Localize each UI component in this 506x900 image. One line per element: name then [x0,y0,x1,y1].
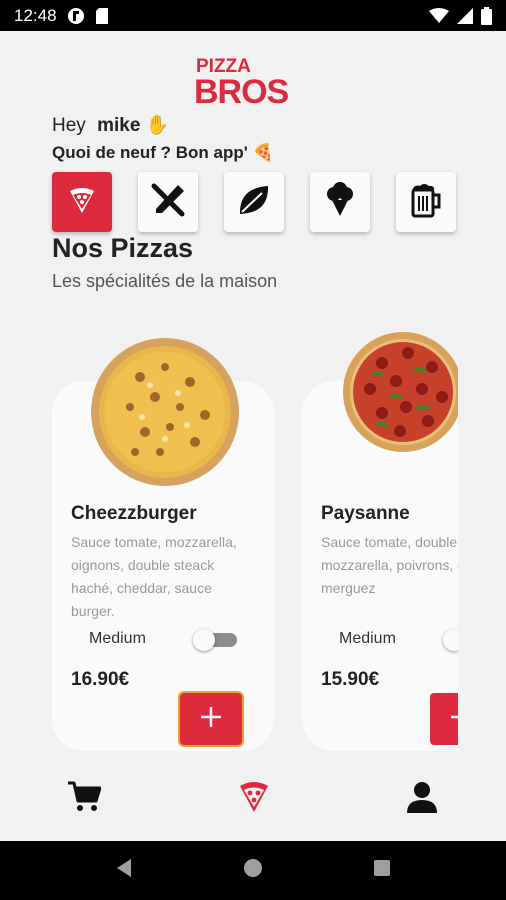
user-name: mike [97,115,141,136]
fork-knife-icon [150,182,186,223]
add-to-cart-button[interactable] [178,691,244,747]
greeting-subtitle: Quoi de neuf ? Bon app' 🍕 [52,143,274,163]
category-pizza[interactable] [52,172,112,232]
back-icon[interactable] [115,858,133,883]
leaf-icon [237,183,271,222]
pizza-emoji: 🍕 [252,143,274,162]
pizza-description: Sauce tomate, mozzarella, oignons, doubl… [71,534,237,619]
size-toggle-thumb [193,629,215,651]
category-boissons[interactable] [396,172,456,232]
person-icon [405,780,439,819]
bottom-navigation [0,769,506,829]
system-navigation-bar [0,841,506,900]
pizza-image [342,331,458,453]
nav-pizza[interactable] [236,781,272,817]
category-plats[interactable] [138,172,198,232]
pizza-slice-nav-icon [238,780,270,819]
beer-mug-icon [409,182,443,223]
app-screen: PIZZA BROS Hey mike ✋ Quoi de neuf ? Bon… [0,31,506,841]
pizza-card[interactable]: Paysanne Sauce tomate, double mozzarella… [302,332,458,751]
category-desserts[interactable] [310,172,370,232]
battery-icon [481,6,492,25]
plus-icon [199,705,223,734]
pizza-card[interactable]: Cheezzburger Sauce tomate, mozzarella, o… [52,338,274,751]
recents-icon[interactable] [373,859,391,882]
category-salades[interactable] [224,172,284,232]
pizza-name: Paysanne [321,503,410,524]
plus-icon [449,705,458,734]
home-icon[interactable] [243,858,263,883]
signal-icon [457,7,473,24]
wifi-icon [429,7,449,24]
status-bar: 12:48 [0,0,506,31]
nav-profile[interactable] [404,781,440,817]
pizza-size-label: Medium [89,630,146,647]
section-title: Nos Pizzas [52,233,194,263]
pizza-name: Cheezzburger [71,503,197,524]
pizza-image [90,337,240,487]
ice-cream-icon [324,181,356,223]
size-toggle-thumb [443,629,458,651]
size-toggle[interactable] [193,629,237,651]
greeting: Hey mike ✋ [52,113,169,137]
nav-cart[interactable] [66,781,102,817]
pizza-app-notification-icon [67,7,85,25]
cart-icon [67,781,102,818]
pizza-price: 16.90€ [71,669,130,690]
pizza-description: Sauce tomate, double mozzarella, poivron… [321,534,458,596]
size-toggle[interactable] [443,629,458,651]
pizza-slice-icon [67,185,97,220]
add-to-cart-button[interactable] [430,693,458,745]
greeting-subtitle-text: Quoi de neuf ? Bon app' [52,143,248,162]
sd-card-icon [95,7,109,25]
greeting-hey: Hey [52,115,86,136]
wave-emoji: ✋ [145,115,170,136]
section-subtitle: Les spécialités de la maison [52,271,278,291]
pizza-price: 15.90€ [321,669,380,690]
pizza-size-label: Medium [339,630,396,647]
logo-line2: BROS [194,73,289,105]
pizza-bros-logo: PIZZA BROS [194,53,314,111]
status-time: 12:48 [14,5,57,25]
category-bar [52,172,456,232]
pizza-carousel[interactable]: Cheezzburger Sauce tomate, mozzarella, o… [0,321,458,801]
